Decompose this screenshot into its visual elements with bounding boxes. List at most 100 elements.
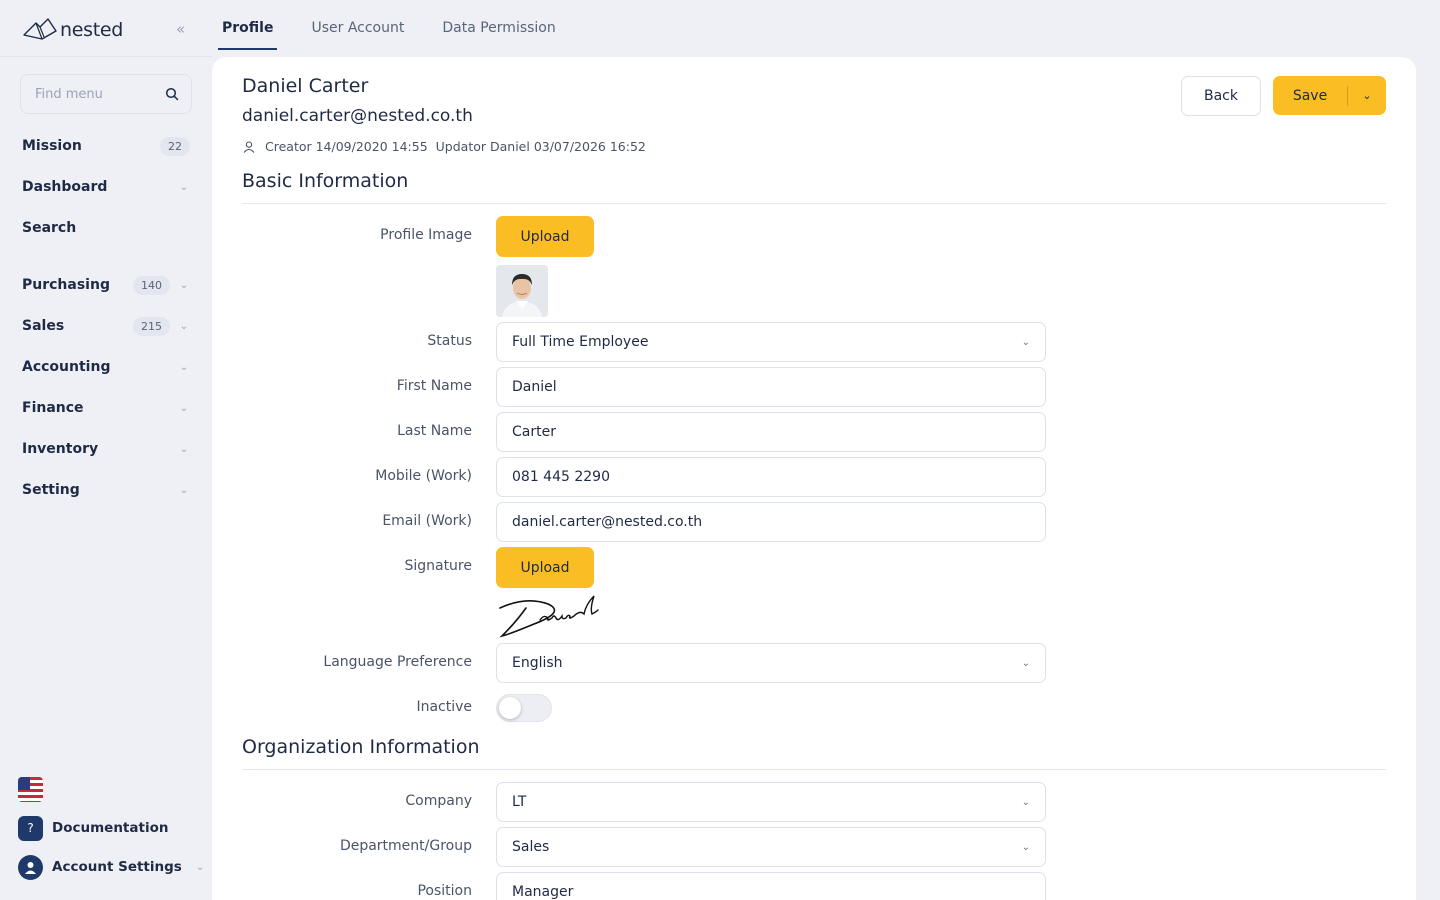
brand-logo[interactable]: nested xyxy=(22,16,123,44)
last-name-label: Last Name xyxy=(397,423,472,439)
department-select[interactable]: Sales ⌄ xyxy=(496,827,1046,867)
updator-info: Updator Daniel 03/07/2026 16:52 xyxy=(435,139,646,154)
sidebar-item-finance[interactable]: Finance ⌄ xyxy=(22,396,190,420)
last-name-value: Carter xyxy=(512,424,556,440)
sidebar-divider xyxy=(0,56,212,57)
position-field[interactable]: Manager xyxy=(496,872,1046,900)
signature-image xyxy=(499,595,599,638)
profile-name: Daniel Carter xyxy=(242,75,369,97)
toggle-knob xyxy=(499,697,521,719)
mobile-label: Mobile (Work) xyxy=(375,468,472,484)
creator-info: Creator 14/09/2020 14:55 xyxy=(265,139,428,154)
count-badge: 215 xyxy=(133,316,170,336)
sidebar-item-label: Purchasing xyxy=(22,277,110,293)
documentation-link[interactable]: ? Documentation xyxy=(18,815,168,841)
chevron-down-icon: ⌄ xyxy=(1021,657,1030,669)
company-value: LT xyxy=(512,794,527,810)
chevron-down-icon: ⌄ xyxy=(179,484,189,496)
sidebar-item-label: Setting xyxy=(22,482,80,498)
language-value: English xyxy=(512,655,563,671)
tab-bar: Profile User Account Data Permission xyxy=(218,0,590,52)
email-field[interactable]: daniel.carter@nested.co.th xyxy=(496,502,1046,542)
email-value: daniel.carter@nested.co.th xyxy=(512,514,703,530)
chevron-down-icon: ⌄ xyxy=(179,402,189,414)
back-button[interactable]: Back xyxy=(1181,76,1261,116)
find-menu-search[interactable] xyxy=(20,74,192,114)
sidebar-item-dashboard[interactable]: Dashboard ⌄ xyxy=(22,175,190,199)
sidebar: nested « Mission 22 Dashboard ⌄ Search P… xyxy=(0,0,212,900)
position-value: Manager xyxy=(512,884,574,900)
account-settings-label: Account Settings xyxy=(52,859,182,875)
help-icon: ? xyxy=(18,815,43,841)
status-label: Status xyxy=(427,333,472,349)
profile-email: daniel.carter@nested.co.th xyxy=(242,106,473,126)
sidebar-item-accounting[interactable]: Accounting ⌄ xyxy=(22,355,190,379)
language-select[interactable]: English ⌄ xyxy=(496,643,1046,683)
sidebar-item-label: Dashboard xyxy=(22,179,108,195)
sidebar-item-mission[interactable]: Mission 22 xyxy=(22,134,190,158)
last-name-field[interactable]: Carter xyxy=(496,412,1046,452)
first-name-field[interactable]: Daniel xyxy=(496,367,1046,407)
position-label: Position xyxy=(417,883,472,899)
save-button[interactable]: Save ⌄ xyxy=(1273,76,1386,115)
sidebar-item-label: Finance xyxy=(22,400,84,416)
chevron-down-icon: ⌄ xyxy=(179,181,189,193)
first-name-label: First Name xyxy=(396,378,472,394)
sidebar-item-setting[interactable]: Setting ⌄ xyxy=(22,478,190,502)
user-icon xyxy=(243,140,255,153)
chevron-down-icon: ⌄ xyxy=(179,361,189,373)
user-avatar-icon xyxy=(18,854,43,880)
chevron-down-icon: ⌄ xyxy=(1021,336,1030,348)
sidebar-item-inventory[interactable]: Inventory ⌄ xyxy=(22,437,190,461)
tab-profile[interactable]: Profile xyxy=(218,0,278,52)
section-divider xyxy=(242,203,1386,204)
sidebar-item-sales[interactable]: Sales 215 ⌄ xyxy=(22,314,190,338)
chevron-down-icon: ⌄ xyxy=(195,861,205,873)
org-info-title: Organization Information xyxy=(242,736,480,758)
brand-name: nested xyxy=(60,19,124,41)
sidebar-item-label: Sales xyxy=(22,318,65,334)
chevron-down-icon: ⌄ xyxy=(179,443,189,455)
mobile-value: 081 445 2290 xyxy=(512,469,610,485)
profile-card: Daniel Carter daniel.carter@nested.co.th… xyxy=(212,57,1416,900)
sidebar-item-purchasing[interactable]: Purchasing 140 ⌄ xyxy=(22,273,190,297)
profile-image-upload-button[interactable]: Upload xyxy=(496,216,594,257)
inactive-toggle[interactable] xyxy=(496,694,552,722)
company-select[interactable]: LT ⌄ xyxy=(496,782,1046,822)
documentation-label: Documentation xyxy=(52,820,169,836)
us-flag-icon[interactable] xyxy=(18,777,43,802)
department-value: Sales xyxy=(512,839,550,855)
sidebar-item-label: Mission xyxy=(22,138,82,154)
mobile-field[interactable]: 081 445 2290 xyxy=(496,457,1046,497)
count-badge: 22 xyxy=(160,136,190,156)
chevron-down-icon: ⌄ xyxy=(179,279,189,291)
find-menu-input[interactable] xyxy=(35,86,165,102)
save-label: Save xyxy=(1292,87,1328,104)
signature-upload-button[interactable]: Upload xyxy=(496,547,594,588)
nested-logo-icon xyxy=(23,18,57,40)
sidebar-item-label: Inventory xyxy=(22,441,99,457)
section-divider xyxy=(242,769,1386,770)
chevron-down-icon: ⌄ xyxy=(1021,841,1030,853)
count-badge: 140 xyxy=(133,275,170,295)
signature-label: Signature xyxy=(404,558,472,574)
sidebar-item-search[interactable]: Search xyxy=(22,216,190,240)
email-label: Email (Work) xyxy=(382,513,472,529)
tab-data-permission[interactable]: Data Permission xyxy=(438,0,559,52)
company-label: Company xyxy=(405,793,472,809)
chevron-down-icon: ⌄ xyxy=(1021,796,1030,808)
status-select[interactable]: Full Time Employee ⌄ xyxy=(496,322,1046,362)
sidebar-item-label: Search xyxy=(22,220,77,236)
search-icon[interactable] xyxy=(165,87,179,101)
language-label: Language Preference xyxy=(323,654,472,670)
profile-photo xyxy=(496,265,548,317)
collapse-sidebar-icon[interactable]: « xyxy=(176,20,185,38)
tab-user-account[interactable]: User Account xyxy=(307,0,408,52)
inactive-label: Inactive xyxy=(416,699,472,715)
save-options-chevron-icon[interactable]: ⌄ xyxy=(1348,89,1386,102)
record-meta: Creator 14/09/2020 14:55 Updator Daniel … xyxy=(242,139,654,154)
account-settings-link[interactable]: Account Settings ⌄ xyxy=(18,854,204,880)
department-label: Department/Group xyxy=(339,838,472,854)
status-value: Full Time Employee xyxy=(512,334,649,350)
chevron-down-icon: ⌄ xyxy=(179,320,189,332)
